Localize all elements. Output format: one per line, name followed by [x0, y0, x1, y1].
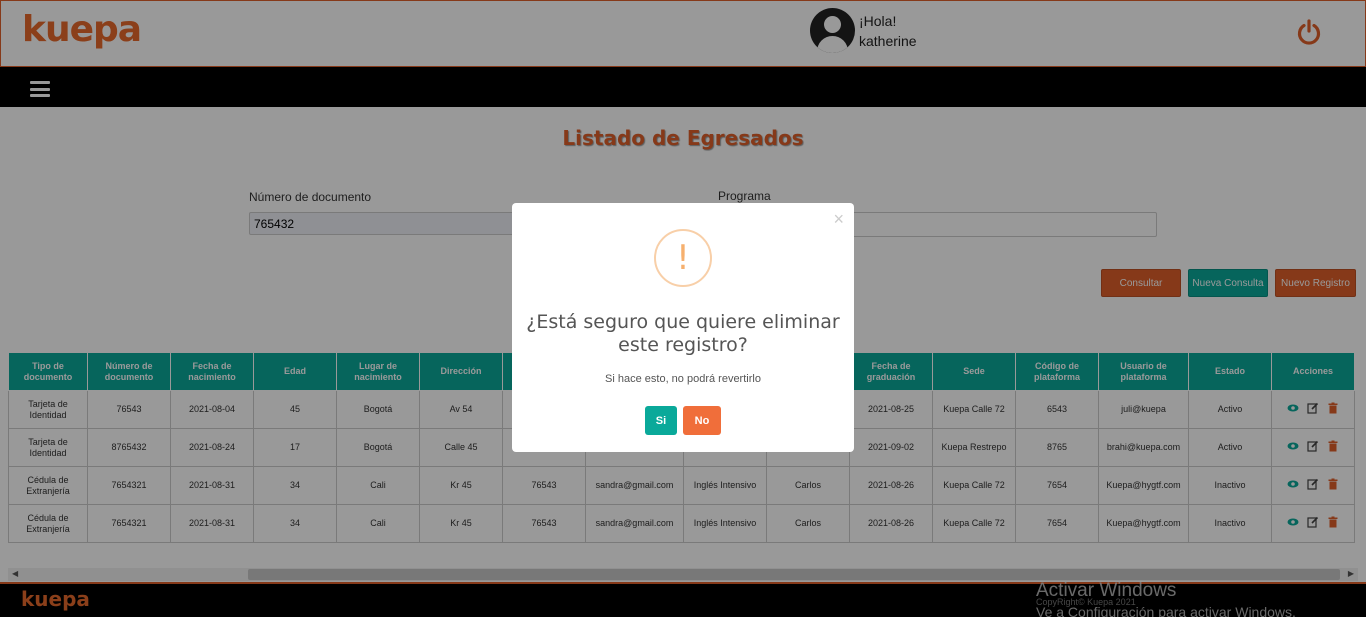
- close-icon[interactable]: ×: [833, 209, 844, 230]
- confirm-no-button[interactable]: No: [683, 406, 721, 435]
- dialog-subtitle: Si hace esto, no podrá revertirlo: [605, 373, 761, 385]
- page: kuepa ¡Hola! katherine Listado de Egresa…: [0, 0, 1366, 617]
- warning-icon: !: [654, 229, 712, 287]
- dialog-title: ¿Está seguro que quiere eliminar este re…: [526, 311, 840, 356]
- confirm-yes-button[interactable]: Si: [645, 406, 677, 435]
- confirm-delete-dialog: × ! ¿Está seguro que quiere eliminar est…: [512, 203, 854, 452]
